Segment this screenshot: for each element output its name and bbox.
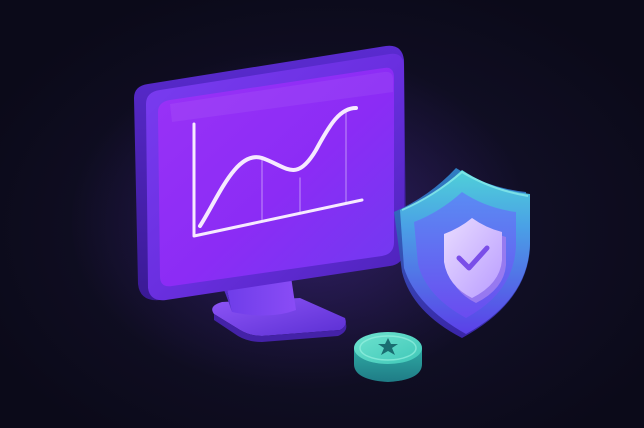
star-coin-icon bbox=[354, 332, 422, 382]
illustration-canvas bbox=[70, 45, 530, 390]
illustration-scene bbox=[0, 0, 644, 428]
